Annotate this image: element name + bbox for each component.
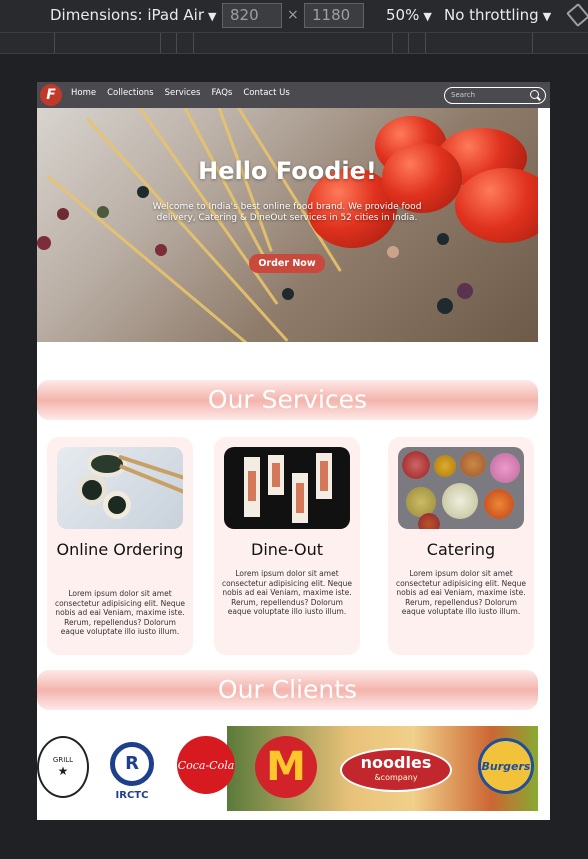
rotate-icon[interactable] [566,2,588,28]
clients-banner: Our Clients [37,670,538,710]
chevron-down-icon: ▼ [423,10,432,23]
media-query-ruler [0,32,588,54]
nav-home[interactable]: Home [71,88,96,98]
width-input[interactable]: 820 [222,3,282,28]
catering-image [398,447,524,529]
peppercorn-graphic [387,246,399,258]
device-label: Dimensions: iPad Air [50,6,204,24]
throttling-dropdown[interactable]: No throttling ▼ [444,6,551,24]
dine-out-image [224,447,350,529]
peppercorn-graphic [437,298,453,314]
times-icon: × [287,7,299,23]
mcdonalds-label: M [266,744,306,790]
client-logo-mcdonalds: M [255,736,317,798]
service-card-dine-out[interactable]: Dine-Out Lorem ipsum dolor sit amet cons… [214,437,360,655]
chevron-down-icon: ▼ [542,10,552,23]
peppercorn-graphic [155,244,167,256]
search-icon[interactable] [530,90,539,99]
navbar: F Home Collections Services FAQs Contact… [37,82,550,108]
peppercorn-graphic [57,208,69,220]
brand-logo[interactable]: F [40,84,62,106]
peppercorn-graphic [437,233,449,245]
hero-title: Hello Foodie! [198,157,377,185]
service-text: Lorem ipsum dolor sit amet consectetur a… [54,589,186,636]
client-logo-irctc: R IRCTC [102,734,162,808]
service-card-online-ordering[interactable]: Online Ordering Lorem ipsum dolor sit am… [47,437,193,655]
client-logo-burgers: Burgers [478,738,534,794]
client-logo-noodles: noodles &company [340,748,452,792]
peppercorn-graphic [137,186,149,198]
devtools-toolbar: Dimensions: iPad Air ▼ 820 × 1180 50% ▼ No… [0,0,588,32]
nav-links: Home Collections Services FAQs Contact U… [71,88,290,98]
peppercorn-graphic [37,236,51,250]
hero-section: Hello Foodie! Welcome to India's best on… [37,108,538,342]
chevron-down-icon: ▼ [207,10,217,23]
clients-title: Our Clients [217,675,358,704]
clients-strip: GRILL ★ R IRCTC Coca-Cola M noodles &com… [37,726,538,811]
hero-text: Welcome to India's best online food bran… [152,202,422,223]
irctc-emblem-icon: R [110,741,154,786]
zoom-label: 50% [386,6,420,24]
pasta-graphic [85,117,289,342]
height-input[interactable]: 1180 [304,3,364,28]
chef-hat-icon: ★ [57,764,69,778]
zoom-dropdown[interactable]: 50% ▼ [386,6,432,24]
service-text: Lorem ipsum dolor sit amet consectetur a… [395,569,527,616]
service-title: Dine-Out [251,540,323,559]
noodles-sub-label: &company [374,773,418,782]
nav-faqs[interactable]: FAQs [211,88,232,98]
order-now-button[interactable]: Order Now [249,254,325,273]
peppercorn-graphic [457,283,473,299]
client-logo-grill: GRILL ★ [37,736,89,798]
noodles-label: noodles [360,753,432,772]
service-title: Online Ordering [56,540,184,559]
grill-label: GRILL [52,756,74,764]
peppercorn-graphic [282,288,294,300]
throttling-label: No throttling [444,6,539,24]
nav-services[interactable]: Services [165,88,201,98]
service-text: Lorem ipsum dolor sit amet consectetur a… [221,569,353,616]
nav-contact[interactable]: Contact Us [243,88,289,98]
irctc-label: IRCTC [115,789,149,801]
device-dropdown[interactable]: Dimensions: iPad Air ▼ [50,6,216,24]
site-page: F Home Collections Services FAQs Contact… [37,82,550,820]
service-title: Catering [426,540,496,559]
service-card-catering[interactable]: Catering Lorem ipsum dolor sit amet cons… [388,437,534,655]
nav-collections[interactable]: Collections [107,88,153,98]
pasta-graphic [46,174,248,342]
client-logo-cocacola: Coca-Cola [177,736,235,794]
services-banner: Our Services [37,380,538,420]
sushi-image [57,447,183,529]
services-title: Our Services [207,385,368,414]
peppercorn-graphic [97,206,109,218]
burgers-label: Burgers [481,759,531,773]
cocacola-label: Coca-Cola [177,758,235,772]
